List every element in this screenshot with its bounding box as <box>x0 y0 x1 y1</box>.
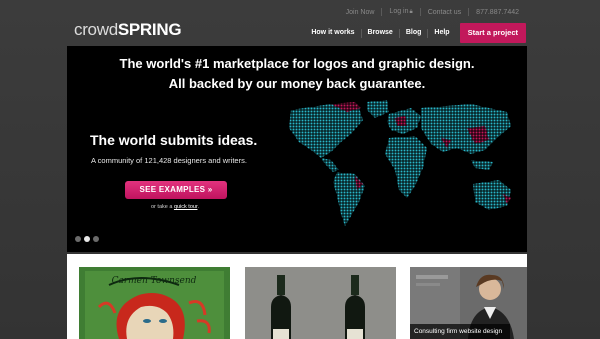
hero-subheading: The world submits ideas. <box>90 132 258 148</box>
artwork-image: Carmen Townsend <box>79 267 230 339</box>
main-nav: How it works Browse Blog Help Start a pr… <box>305 23 526 43</box>
quick-tour-text: or take a quick tour. <box>151 204 200 210</box>
lock-icon: 🔒︎ <box>409 9 413 15</box>
nav-browse[interactable]: Browse <box>362 24 399 42</box>
portfolio-card-artwork[interactable]: Carmen Townsend <box>79 267 230 339</box>
see-examples-button[interactable]: SEE EXAMPLES » <box>125 181 227 199</box>
nav-how-it-works[interactable]: How it works <box>305 24 360 42</box>
world-map-graphic <box>289 100 511 226</box>
slider-dots <box>75 236 99 242</box>
login-link[interactable]: Log in🔒︎ <box>382 8 419 16</box>
portfolio-card-consulting[interactable]: Consulting firm website design <box>410 267 527 339</box>
join-now-link[interactable]: Join Now <box>339 9 382 16</box>
nav-help[interactable]: Help <box>428 24 455 42</box>
slider-dot-1[interactable] <box>75 236 81 242</box>
community-count: A community of 121,428 designers and wri… <box>91 156 247 165</box>
portfolio-card-wine[interactable] <box>245 267 396 339</box>
top-links: Join Now Log in🔒︎ Contact us 877.887.744… <box>339 8 526 16</box>
slider-dot-2[interactable] <box>84 236 90 242</box>
quick-tour-link[interactable]: quick tour <box>174 204 198 210</box>
hero-title: The world's #1 marketplace for logos and… <box>119 56 475 91</box>
portfolio-strip: Carmen Townsend Consulting firm website … <box>67 254 527 339</box>
nav-blog[interactable]: Blog <box>400 24 428 42</box>
svg-text:Carmen Townsend: Carmen Townsend <box>112 276 197 286</box>
contact-us-link[interactable]: Contact us <box>421 9 468 16</box>
hero-banner: The world's #1 marketplace for logos and… <box>67 46 527 252</box>
phone-number: 877.887.7442 <box>476 8 519 16</box>
slider-dot-3[interactable] <box>93 236 99 242</box>
start-project-button[interactable]: Start a project <box>459 23 526 43</box>
portfolio-caption: Consulting firm website design <box>410 324 510 339</box>
crowdspring-logo[interactable]: crowdSPRING <box>74 20 182 42</box>
wine-bottles-image <box>245 267 396 339</box>
